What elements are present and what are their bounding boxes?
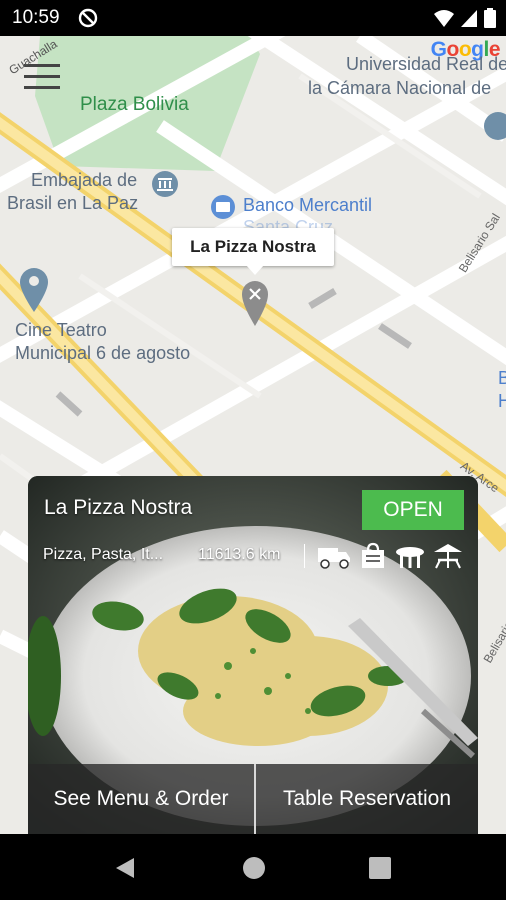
do-not-disturb-icon — [78, 8, 98, 33]
map-label-plaza: Plaza Bolivia — [80, 94, 189, 115]
table-reservation-button[interactable]: Table Reservation — [256, 764, 478, 834]
takeaway-bag-icon — [360, 542, 386, 575]
map-label-universidad-2: la Cámara Nacional de — [308, 78, 492, 98]
map-pin-embajada[interactable] — [152, 171, 178, 197]
home-icon[interactable] — [242, 856, 266, 885]
map-pin-banco[interactable] — [211, 195, 235, 219]
restaurant-cuisine: Pizza, Pasta, It... — [43, 546, 164, 563]
map-label-edge-h: H — [498, 391, 506, 411]
status-bar: 10:59 — [0, 0, 506, 36]
battery-icon — [484, 8, 496, 33]
restaurant-name: La Pizza Nostra — [44, 496, 193, 519]
map-label-banco-1: Banco Mercantil — [243, 195, 373, 215]
menu-icon[interactable] — [24, 64, 60, 90]
map-label-edge-b: B — [498, 368, 506, 388]
open-status-badge: OPEN — [362, 490, 464, 530]
cell-signal-icon — [460, 8, 478, 33]
marker-info-window[interactable]: La Pizza Nostra — [172, 228, 334, 275]
dine-in-table-icon — [394, 542, 426, 575]
back-icon[interactable] — [114, 856, 136, 885]
restaurant-card[interactable]: La Pizza Nostra OPEN Pizza, Pasta, It...… — [28, 476, 478, 834]
outdoor-table-icon — [432, 542, 464, 575]
map-label-universidad-1: Universidad Real de — [346, 54, 506, 74]
map-label-cine-1: Cine Teatro — [15, 320, 107, 340]
system-nav-bar — [0, 834, 506, 900]
map-label-embajada-1: Embajada de — [31, 170, 138, 190]
map-label-cine-2: Municipal 6 de agosto — [15, 343, 191, 363]
recents-icon[interactable] — [369, 857, 391, 884]
see-menu-order-button[interactable]: See Menu & Order — [28, 764, 254, 834]
map-label-embajada-2: Brasil en La Paz — [7, 193, 139, 213]
info-divider — [304, 544, 305, 568]
restaurant-distance: 11613.6 km — [198, 546, 281, 563]
status-time: 10:59 — [12, 7, 60, 28]
delivery-truck-icon — [316, 542, 352, 575]
card-action-bar: See Menu & Order Table Reservation — [28, 764, 478, 834]
wifi-icon — [433, 8, 455, 33]
